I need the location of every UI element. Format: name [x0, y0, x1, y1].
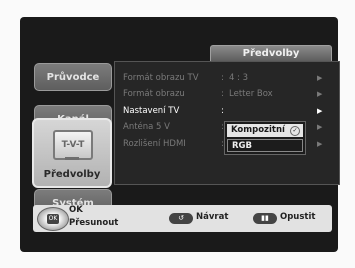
setting-label: Rozlišení HDMI: [123, 139, 186, 149]
hint-ok: OK: [69, 205, 83, 215]
tv-icon: T-V-T: [53, 130, 93, 160]
setting-label: Formát obrazu TV: [123, 73, 199, 83]
return-button-icon: ↺: [169, 213, 193, 224]
navpad-icon: OK: [37, 207, 69, 231]
setting-label: Anténa 5 V: [123, 122, 170, 132]
help-bar: OK OK Přesunout ↺ Návrat ▮▮ Opustit: [33, 205, 332, 232]
arrow-right-icon: ▶: [317, 107, 323, 115]
check-icon: ✓: [290, 126, 300, 136]
tab-pruvodce[interactable]: Průvodce: [34, 63, 112, 91]
arrow-right-icon: ▶: [317, 74, 323, 82]
tv-icon-text: T-V-T: [61, 140, 85, 150]
exit-button-icon: ▮▮: [253, 213, 277, 224]
setting-label: Nastavení TV: [123, 106, 180, 116]
hint-move: Přesunout: [69, 218, 119, 228]
setting-value: 4 : 3: [229, 73, 249, 83]
tv-stand-icon: [65, 157, 79, 160]
tv-output-dropdown[interactable]: Kompozitní ✓ RGB: [224, 121, 306, 155]
tab-predvolby-label: Předvolby: [43, 169, 101, 180]
setting-row-tv-settings[interactable]: Nastavení TV : ▶: [123, 105, 335, 118]
dropdown-option-label: Kompozitní: [231, 125, 285, 135]
arrow-right-icon: ▶: [317, 90, 323, 98]
setting-label: Formát obrazu: [123, 89, 185, 99]
tab-predvolby[interactable]: T-V-T Předvolby: [32, 118, 112, 188]
hint-exit: Opustit: [280, 212, 316, 222]
separator: :: [221, 89, 224, 99]
setting-row-format-tv[interactable]: Formát obrazu TV : 4 : 3 ▶: [123, 72, 335, 85]
arrow-right-icon: ▶: [317, 123, 323, 131]
separator: :: [221, 106, 224, 116]
hint-back: Návrat: [196, 212, 229, 222]
separator: :: [221, 73, 224, 83]
navpad-center: OK: [47, 214, 59, 224]
dropdown-option-selected[interactable]: Kompozitní ✓: [227, 124, 303, 137]
arrow-right-icon: ▶: [317, 140, 323, 148]
dropdown-option[interactable]: RGB: [227, 139, 303, 152]
setting-row-format[interactable]: Formát obrazu : Letter Box ▶: [123, 88, 335, 101]
setting-value: Letter Box: [229, 89, 273, 99]
